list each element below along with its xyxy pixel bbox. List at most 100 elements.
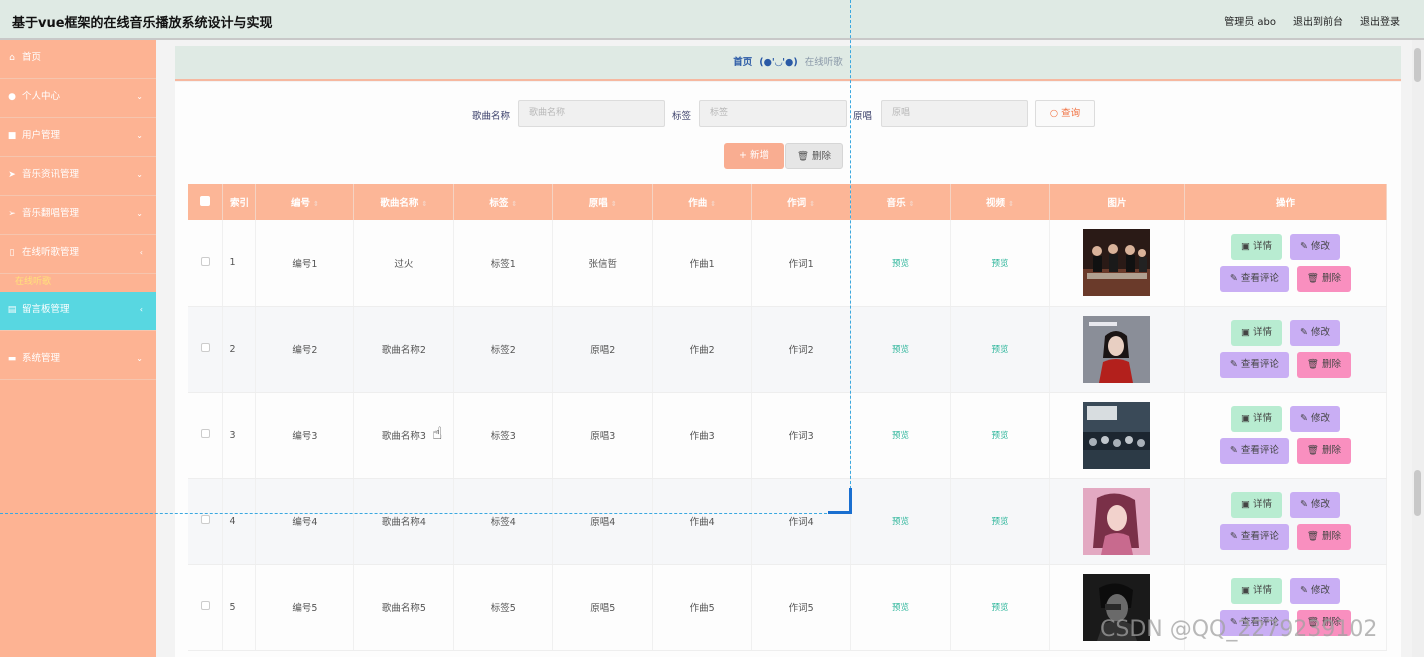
sort-icon[interactable]: ⇕ [511, 200, 517, 208]
batch-delete-button[interactable]: 🗑 删除 [785, 143, 843, 169]
logout-link[interactable]: 退出登录 [1360, 13, 1400, 28]
col-lyricist[interactable]: 作词 ⇕ [751, 184, 852, 220]
col-song-name[interactable]: 歌曲名称 ⇕ [353, 184, 455, 220]
row-select-cell[interactable] [188, 564, 224, 651]
view-comments-button[interactable]: ✎ 查看评论 [1219, 438, 1289, 464]
sort-icon[interactable]: ⇕ [710, 200, 716, 208]
pencil-icon: ✎ [1229, 445, 1241, 456]
sidebar-item-label: 个人中心 [22, 91, 61, 102]
video-preview-link[interactable]: 预览 [991, 603, 1008, 613]
crowd-poster[interactable] [1083, 401, 1151, 469]
user-icon: ● [8, 92, 16, 102]
sort-icon[interactable]: ⇕ [1008, 200, 1014, 208]
edit-button[interactable]: ✎ 修改 [1289, 406, 1340, 432]
select-all-checkbox[interactable] [200, 195, 211, 206]
col-video[interactable]: 视频 ⇕ [950, 184, 1050, 220]
submenu-item-online-listen[interactable]: 在线听歌 [0, 274, 156, 292]
sidebar-item-users[interactable]: ■ 用户管理 ⌄ [0, 118, 156, 157]
video-preview-link[interactable]: 预览 [991, 431, 1008, 441]
singer-portrait[interactable] [1083, 487, 1151, 555]
delete-button[interactable]: 🗑 删除 [1296, 352, 1352, 378]
delete-button[interactable]: 🗑 删除 [1296, 524, 1352, 550]
detail-button[interactable]: ▣ 详情 [1230, 578, 1282, 604]
cell-video: 预览 [950, 220, 1050, 307]
row-select-cell[interactable] [188, 306, 224, 393]
edit-button[interactable]: ✎ 修改 [1289, 320, 1340, 346]
sort-icon[interactable]: ⇕ [909, 200, 915, 208]
view-comments-button[interactable]: ✎ 查看评论 [1219, 524, 1289, 550]
breadcrumb-home[interactable]: 首页 [733, 57, 752, 68]
music-preview-link[interactable]: 预览 [892, 259, 909, 269]
row-select-cell[interactable] [188, 392, 224, 479]
cell-singer: 原唱3 [552, 392, 654, 479]
sort-icon[interactable]: ⇕ [313, 200, 319, 208]
sort-icon[interactable]: ⇕ [421, 200, 427, 208]
edit-button[interactable]: ✎ 修改 [1289, 233, 1340, 260]
scrollbar-thumb-lower[interactable] [1414, 470, 1421, 516]
edit-button[interactable]: ✎ 修改 [1289, 492, 1340, 518]
album-cover-girl[interactable] [1083, 315, 1151, 383]
delete-button[interactable]: 🗑 删除 [1296, 438, 1352, 464]
delete-button[interactable]: 🗑 删除 [1296, 265, 1352, 292]
row-checkbox[interactable] [200, 515, 210, 524]
col-singer[interactable]: 原唱 ⇕ [552, 184, 654, 220]
view-comments-button[interactable]: ✎ 查看评论 [1219, 265, 1289, 292]
music-preview-link[interactable]: 预览 [892, 431, 909, 441]
sidebar-item-online-listen[interactable]: ▯ 在线听歌管理 ‹ [0, 235, 156, 274]
col-index: 索引 [222, 184, 257, 220]
mic-icon: ▯ [9, 248, 15, 258]
query-button[interactable]: ○ 查询 [1035, 100, 1095, 127]
row-checkbox[interactable] [200, 343, 210, 352]
sort-icon[interactable]: ⇕ [809, 200, 815, 208]
singer-input[interactable]: 原唱 [881, 100, 1028, 127]
cell-index: 5 [222, 564, 257, 651]
detail-button[interactable]: ▣ 详情 [1230, 233, 1282, 260]
music-preview-link[interactable]: 预览 [892, 345, 909, 355]
col-music[interactable]: 音乐 ⇕ [850, 184, 952, 220]
music-preview-link[interactable]: 预览 [892, 603, 909, 613]
main-content: 歌曲名称 歌曲名称 标签 标签 原唱 原唱 ○ 查询 + 新增 🗑 删除 索引 … [175, 82, 1401, 657]
band-photo[interactable] [1083, 229, 1151, 297]
col-code[interactable]: 编号 ⇕ [255, 184, 355, 220]
video-preview-link[interactable]: 预览 [991, 259, 1008, 269]
cell-lyricist: 作词3 [751, 392, 852, 479]
admin-label: 管理员 abo [1224, 17, 1276, 28]
cell-song-name: 歌曲名称5 [353, 564, 455, 651]
row-checkbox[interactable] [200, 256, 210, 266]
breadcrumb-current: 在线听歌 [804, 57, 843, 68]
page-scrollbar[interactable] [1412, 40, 1424, 657]
selection-corner [828, 488, 852, 514]
scrollbar-thumb[interactable] [1414, 48, 1421, 82]
sort-icon[interactable]: ⇕ [611, 200, 617, 208]
col-tag[interactable]: 标签 ⇕ [453, 184, 554, 220]
cell-video: 预览 [950, 478, 1050, 565]
sidebar-item-system[interactable]: ▬ 系统管理 ⌄ [0, 341, 156, 380]
row-select-cell[interactable] [188, 220, 224, 307]
view-comments-button[interactable]: ✎ 查看评论 [1219, 352, 1289, 378]
video-preview-link[interactable]: 预览 [991, 345, 1008, 355]
video-preview-link[interactable]: 预览 [991, 517, 1008, 527]
add-button[interactable]: + 新增 [724, 143, 784, 169]
select-all-cell[interactable] [188, 184, 224, 220]
document-icon: ▣ [1240, 413, 1253, 424]
sidebar-item-home[interactable]: ⌂ 首页 [0, 40, 156, 79]
row-select-cell[interactable] [188, 478, 224, 565]
trash-icon: 🗑 [796, 151, 809, 162]
song-name-input[interactable]: 歌曲名称 [518, 100, 665, 127]
sidebar-item-guestbook[interactable]: ▤ 留言板管理 ‹ [0, 292, 156, 331]
to-front-link[interactable]: 退出到前台 [1293, 13, 1343, 28]
detail-button[interactable]: ▣ 详情 [1230, 406, 1282, 432]
row-checkbox[interactable] [200, 429, 210, 438]
cell-code: 编号5 [255, 564, 355, 651]
sidebar-item-music-news[interactable]: ➤ 音乐资讯管理 ⌄ [0, 157, 156, 196]
tag-input[interactable]: 标签 [699, 100, 847, 127]
row-checkbox[interactable] [200, 601, 210, 610]
cell-song-name: 歌曲名称4 [353, 478, 455, 565]
sidebar-item-covers[interactable]: ➢ 音乐翻唱管理 ⌄ [0, 196, 156, 235]
col-composer[interactable]: 作曲 ⇕ [652, 184, 753, 220]
detail-button[interactable]: ▣ 详情 [1230, 492, 1282, 518]
detail-button[interactable]: ▣ 详情 [1230, 320, 1282, 346]
edit-button[interactable]: ✎ 修改 [1289, 578, 1340, 604]
music-preview-link[interactable]: 预览 [892, 517, 909, 527]
sidebar-item-profile[interactable]: ● 个人中心 ⌄ [0, 79, 156, 118]
